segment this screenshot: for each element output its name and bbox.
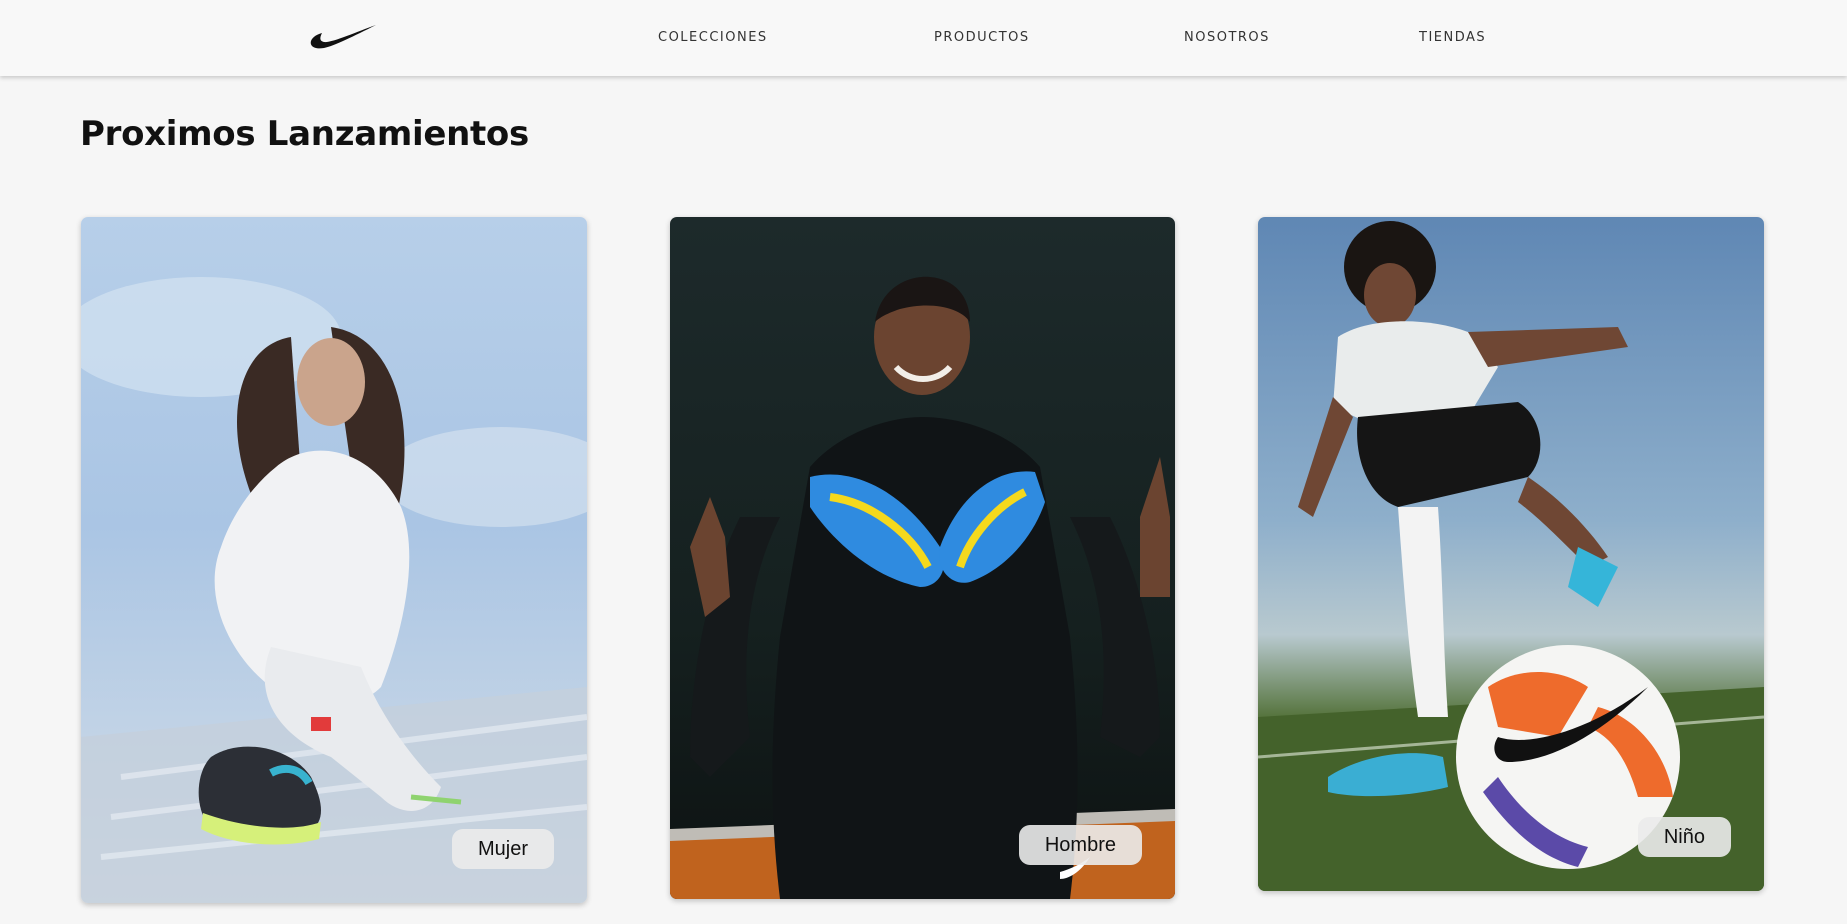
nike-swoosh-icon[interactable]: [310, 24, 376, 50]
category-card-hombre[interactable]: Hombre: [670, 217, 1175, 899]
nav-tiendas[interactable]: tiendas: [1419, 24, 1486, 46]
nav-nosotros[interactable]: nosotros: [1184, 24, 1270, 46]
mujer-photo: [81, 277, 587, 903]
card-label-mujer[interactable]: Mujer: [451, 829, 554, 869]
page-title: Proximos Lanzamientos: [80, 114, 529, 154]
nino-photo: [1258, 221, 1764, 891]
top-navigation-bar: colecciones productos nosotros tiendas: [0, 0, 1847, 76]
category-card-nino[interactable]: Niño: [1258, 217, 1764, 891]
card-label-nino[interactable]: Niño: [1637, 817, 1731, 857]
hombre-photo: [670, 276, 1175, 899]
category-card-mujer[interactable]: Mujer: [81, 217, 587, 903]
nav-productos[interactable]: productos: [934, 24, 1030, 46]
card-label-hombre[interactable]: Hombre: [1018, 825, 1142, 865]
nav-colecciones[interactable]: colecciones: [658, 24, 768, 46]
